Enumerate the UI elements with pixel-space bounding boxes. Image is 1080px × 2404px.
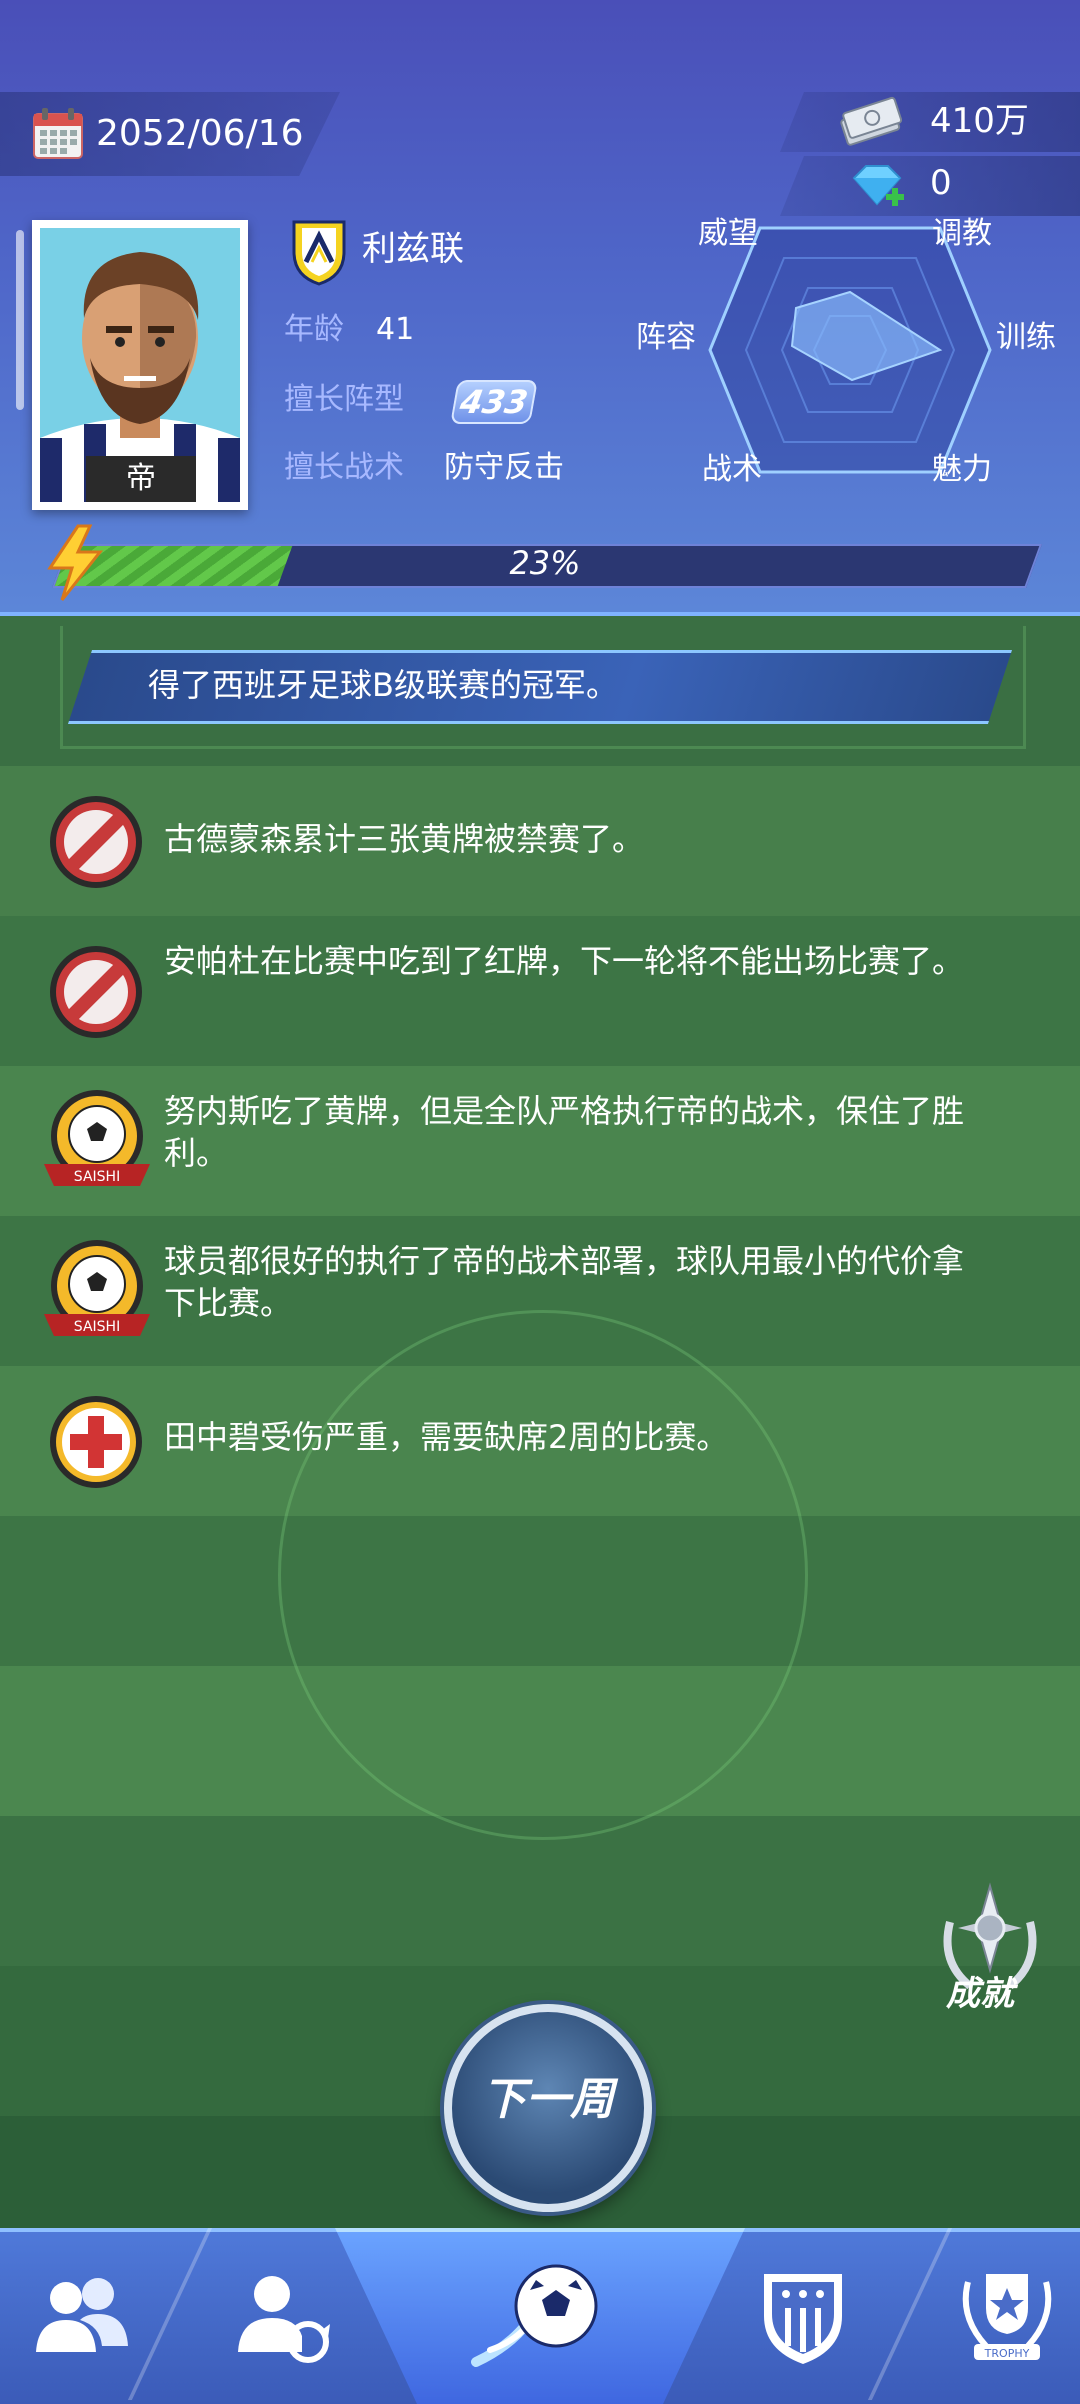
radar-label-charm: 魅力: [932, 452, 992, 487]
svg-text:SAISHI: SAISHI: [74, 1319, 120, 1335]
radar-label-coaching: 调教: [932, 216, 992, 251]
club-crest-icon: [292, 220, 346, 286]
news-banner-text: 得了西班牙足球B级联赛的冠军。: [148, 666, 618, 704]
tactic-label: 擅长战术: [284, 450, 404, 485]
club-shield-icon[interactable]: [748, 2260, 858, 2370]
event-text: 古德蒙森累计三张黄牌被禁赛了。: [164, 820, 645, 858]
formation-badge: 433: [450, 380, 538, 424]
event-row: 古德蒙森累计三张黄牌被禁赛了。: [0, 762, 1080, 912]
trophy-laurel-icon[interactable]: TROPHY: [952, 2260, 1062, 2370]
manager-portrait: 帝: [40, 228, 240, 502]
achievement-button-label[interactable]: 成就: [946, 1972, 1014, 2016]
tactic-value: 防守反击: [444, 450, 564, 485]
age-label: 年龄: [284, 312, 344, 347]
soccer-ball-icon[interactable]: [470, 2250, 610, 2380]
saishi-ball-icon: SAISHI: [44, 1090, 150, 1186]
radar-label-tactics: 战术: [702, 452, 762, 487]
event-text: 安帕杜在比赛中吃到了红牌，下一轮将不能出场比赛了。: [164, 942, 965, 980]
svg-text:SAISHI: SAISHI: [74, 1169, 120, 1185]
svg-text:TROPHY: TROPHY: [984, 2347, 1030, 2360]
calendar-icon: [33, 108, 83, 159]
transfer-player-icon[interactable]: [226, 2260, 336, 2370]
manager-portrait-card[interactable]: 帝: [32, 220, 248, 510]
banned-icon: [50, 796, 142, 888]
cash-stack-icon: [840, 96, 902, 146]
event-row: 田中碧受伤严重，需要缺席2周的比赛。: [0, 1362, 1080, 1512]
event-text: 田中碧受伤严重，需要缺席2周的比赛。: [164, 1418, 729, 1456]
saishi-ball-icon: SAISHI: [44, 1240, 150, 1336]
club-name: 利兹联: [362, 229, 464, 269]
experience-progress-label: 23%: [509, 544, 581, 582]
radar-label-squad: 阵容: [636, 320, 696, 355]
banned-icon: [50, 946, 142, 1038]
money-amount: 410万: [930, 101, 1029, 141]
next-week-label[interactable]: 下一周: [444, 2072, 652, 2128]
age-value: 41: [376, 312, 415, 347]
event-text: 努内斯吃了黄牌，但是全队严格执行帝的战术，保住了胜利。: [164, 1092, 965, 1172]
radar-label-prestige: 威望: [698, 216, 758, 251]
side-scroll-indicator: [16, 230, 24, 410]
lightning-icon: [47, 524, 104, 601]
medical-cross-icon: [50, 1396, 142, 1488]
current-date: 2052/06/16: [96, 113, 304, 154]
event-row: 安帕杜在比赛中吃到了红牌，下一轮将不能出场比赛了。: [0, 912, 1080, 1062]
event-text: 球员都很好的执行了帝的战术部署，球队用最小的代价拿下比赛。: [164, 1242, 965, 1322]
event-row: SAISHI 球员都很好的执行了帝的战术部署，球队用最小的代价拿下比赛。: [0, 1212, 1080, 1362]
event-row: SAISHI 努内斯吃了黄牌，但是全队严格执行帝的战术，保住了胜利。: [0, 1062, 1080, 1212]
radar-label-training: 训练: [996, 320, 1056, 355]
manager-name-tag: 帝: [86, 456, 196, 502]
diamond-plus-icon[interactable]: [848, 160, 906, 214]
gem-amount: 0: [930, 163, 952, 203]
squad-players-icon[interactable]: [26, 2260, 136, 2370]
formation-label: 擅长阵型: [284, 382, 404, 417]
